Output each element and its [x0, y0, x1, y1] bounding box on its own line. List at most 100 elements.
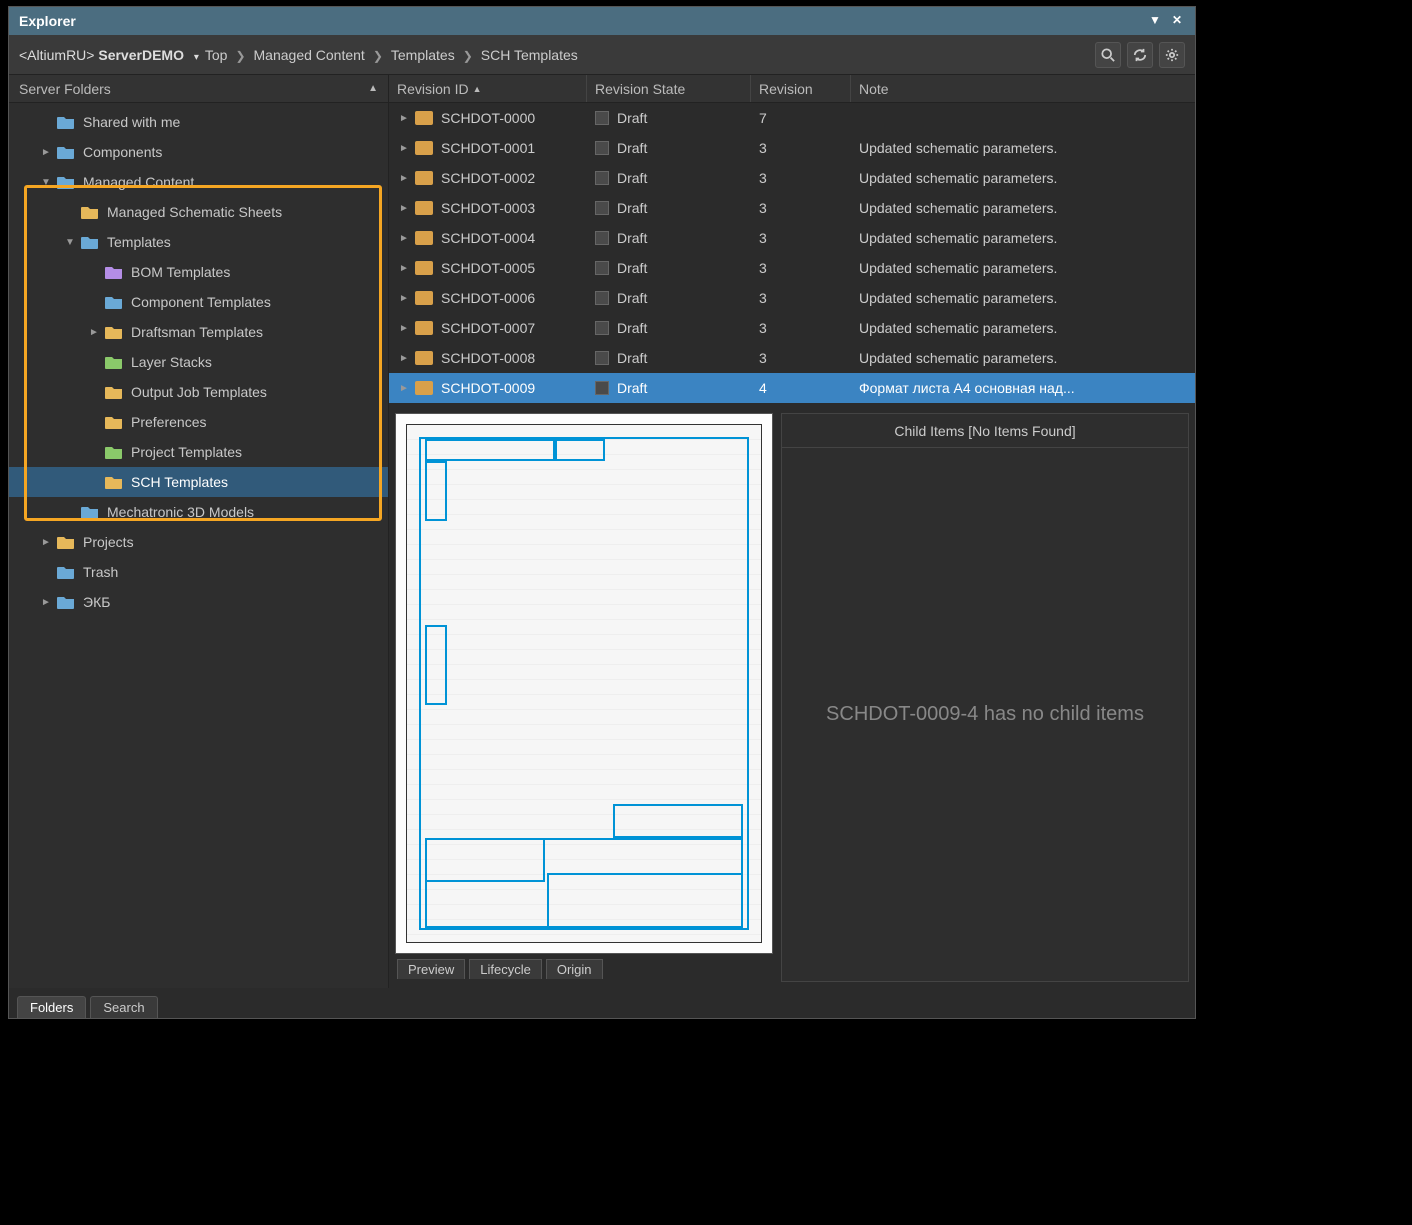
sidebar-item[interactable]: ►Components [9, 137, 388, 167]
server-name: ServerDEMO [98, 47, 184, 63]
col-header-note[interactable]: Note [851, 75, 1195, 102]
expander-icon[interactable]: ► [397, 353, 411, 364]
expander-icon[interactable]: ► [397, 143, 411, 154]
table-row[interactable]: ►SCHDOT-0004Draft3Updated schematic para… [389, 223, 1195, 253]
sidebar: Server Folders ▲ Shared with me►Componen… [9, 75, 389, 988]
folder-icon [79, 503, 101, 521]
expander-icon[interactable]: ► [397, 233, 411, 244]
sidebar-item-label: Layer Stacks [131, 354, 212, 370]
col-header-revision-state[interactable]: Revision State [587, 75, 751, 102]
table-row[interactable]: ►SCHDOT-0007Draft3Updated schematic para… [389, 313, 1195, 343]
expander-icon[interactable]: ► [397, 173, 411, 184]
breadcrumb-segment[interactable]: Templates [391, 47, 455, 63]
table-row[interactable]: ►SCHDOT-0009Draft4Формат листа А4 основн… [389, 373, 1195, 403]
refresh-icon[interactable] [1127, 42, 1153, 68]
expander-icon[interactable]: ► [397, 293, 411, 304]
settings-icon[interactable] [1159, 42, 1185, 68]
table-row[interactable]: ►SCHDOT-0008Draft3Updated schematic para… [389, 343, 1195, 373]
state-swatch-icon [595, 231, 609, 245]
state-swatch-icon [595, 171, 609, 185]
expander-icon[interactable]: ► [397, 113, 411, 124]
server-prefix: <AltiumRU> [19, 47, 94, 63]
expander-icon[interactable]: ► [39, 597, 53, 608]
sidebar-item[interactable]: ► ЭКБ [9, 587, 388, 617]
bottom-tab[interactable]: Folders [17, 996, 86, 1018]
folder-icon [55, 533, 77, 551]
sidebar-item[interactable]: BOM Templates [9, 257, 388, 287]
sidebar-item[interactable]: Shared with me [9, 107, 388, 137]
breadcrumb[interactable]: Top❯Managed Content❯Templates❯SCH Templa… [205, 47, 578, 63]
breadcrumb-segment[interactable]: Top [205, 47, 228, 63]
cell-revision-id: SCHDOT-0006 [441, 290, 535, 306]
cell-note: Updated schematic parameters. [859, 170, 1057, 186]
table-row[interactable]: ►SCHDOT-0005Draft3Updated schematic para… [389, 253, 1195, 283]
state-swatch-icon [595, 141, 609, 155]
server-dropdown[interactable]: <AltiumRU> ServerDEMO ▾ [19, 47, 205, 63]
table-row[interactable]: ►SCHDOT-0000Draft7 [389, 103, 1195, 133]
sidebar-item[interactable]: ▼Managed Content [9, 167, 388, 197]
minimize-icon[interactable]: ▼ [1147, 13, 1163, 29]
sidebar-item[interactable]: Component Templates [9, 287, 388, 317]
sidebar-item[interactable]: SCH Templates [9, 467, 388, 497]
folder-icon [55, 143, 77, 161]
expander-icon[interactable]: ► [39, 147, 53, 158]
cell-revision-state: Draft [617, 140, 647, 156]
sidebar-item[interactable]: Managed Schematic Sheets [9, 197, 388, 227]
child-items-empty-message: SCHDOT-0009-4 has no child items [782, 448, 1188, 981]
col-header-revision-id[interactable]: Revision ID ▲ [389, 75, 587, 102]
cell-revision-state: Draft [617, 350, 647, 366]
sidebar-item-label: Preferences [131, 414, 206, 430]
sidebar-item[interactable]: ►Projects [9, 527, 388, 557]
sidebar-header[interactable]: Server Folders ▲ [9, 75, 388, 103]
folder-tree: Shared with me►Components▼Managed Conten… [9, 103, 388, 621]
table-row[interactable]: ►SCHDOT-0001Draft3Updated schematic para… [389, 133, 1195, 163]
sort-asc-icon: ▲ [368, 83, 378, 94]
folder-icon [103, 443, 125, 461]
cell-revision-state: Draft [617, 200, 647, 216]
child-items-pane: Child Items [No Items Found] SCHDOT-0009… [781, 413, 1189, 982]
folder-icon [55, 173, 77, 191]
cell-revision-id: SCHDOT-0003 [441, 200, 535, 216]
sidebar-item[interactable]: Trash [9, 557, 388, 587]
table-row[interactable]: ►SCHDOT-0006Draft3Updated schematic para… [389, 283, 1195, 313]
sidebar-item[interactable]: ► Draftsman Templates [9, 317, 388, 347]
sidebar-item-label: Draftsman Templates [131, 324, 263, 340]
expander-icon[interactable]: ▼ [63, 237, 77, 248]
preview-tab[interactable]: Preview [397, 959, 465, 979]
sidebar-item-label: ЭКБ [83, 594, 110, 610]
expander-icon[interactable]: ► [397, 323, 411, 334]
expander-icon[interactable]: ► [397, 203, 411, 214]
cell-revision: 3 [759, 230, 767, 246]
bottom-tab[interactable]: Search [90, 996, 157, 1018]
close-icon[interactable]: ✕ [1169, 13, 1185, 29]
sidebar-item[interactable]: Preferences [9, 407, 388, 437]
cell-revision: 3 [759, 350, 767, 366]
cell-revision-state: Draft [617, 110, 647, 126]
sidebar-item[interactable]: Output Job Templates [9, 377, 388, 407]
expander-icon[interactable]: ▼ [39, 177, 53, 188]
sidebar-item-label: Managed Schematic Sheets [107, 204, 282, 220]
folder-icon [103, 413, 125, 431]
preview-tab[interactable]: Lifecycle [469, 959, 542, 979]
sidebar-item[interactable]: Mechatronic 3D Models [9, 497, 388, 527]
table-row[interactable]: ►SCHDOT-0002Draft3Updated schematic para… [389, 163, 1195, 193]
col-header-revision[interactable]: Revision [751, 75, 851, 102]
preview-image[interactable] [395, 413, 773, 954]
preview-tab[interactable]: Origin [546, 959, 603, 979]
sort-asc-icon: ▲ [473, 84, 482, 94]
sidebar-item[interactable]: ▼Templates [9, 227, 388, 257]
expander-icon[interactable]: ► [87, 327, 101, 338]
sidebar-item[interactable]: Project Templates [9, 437, 388, 467]
folder-icon [55, 593, 77, 611]
search-icon[interactable] [1095, 42, 1121, 68]
breadcrumb-segment[interactable]: SCH Templates [481, 47, 578, 63]
breadcrumb-segment[interactable]: Managed Content [254, 47, 365, 63]
sidebar-item[interactable]: Layer Stacks [9, 347, 388, 377]
state-swatch-icon [595, 261, 609, 275]
state-swatch-icon [595, 321, 609, 335]
table-row[interactable]: ►SCHDOT-0003Draft3Updated schematic para… [389, 193, 1195, 223]
expander-icon[interactable]: ► [39, 537, 53, 548]
expander-icon[interactable]: ► [397, 383, 411, 394]
sidebar-item-label: Output Job Templates [131, 384, 267, 400]
expander-icon[interactable]: ► [397, 263, 411, 274]
